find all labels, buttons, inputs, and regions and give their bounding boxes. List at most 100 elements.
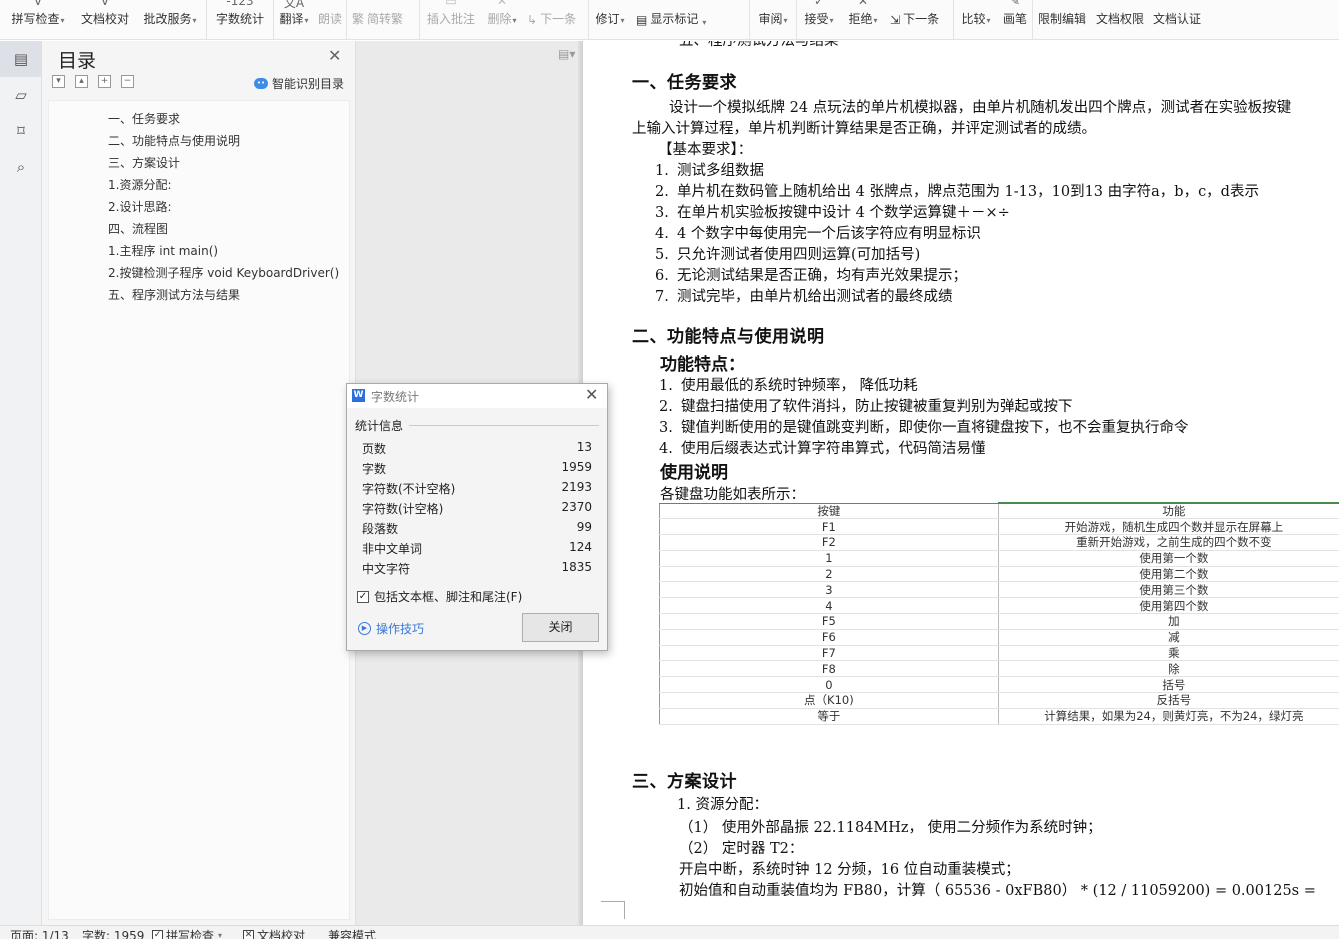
basic-requirements-label: 【基本要求】： — [658, 142, 753, 158]
table-row: F6 减 — [659, 629, 1339, 646]
add-level-icon[interactable]: + — [98, 75, 111, 88]
table-cell: 计算结果，如果为24，则黄灯亮，不为24，绿灯亮 — [998, 708, 1339, 725]
partial-heading: 五、程序测试方法与结果 — [679, 41, 839, 49]
toc-item[interactable]: 2.设计思路: — [49, 196, 345, 218]
delete-comment-icon: ✕ — [496, 0, 508, 8]
ink-button[interactable]: ✎ 画笔 — [998, 0, 1032, 40]
translate-button[interactable]: 文A 翻译▾ — [274, 0, 314, 40]
remove-level-icon[interactable]: − — [121, 75, 134, 88]
stat-row: 段落数 99 — [362, 520, 592, 536]
dialog-titlebar[interactable]: W 字数统计 ✕ — [347, 384, 607, 408]
folder-icon[interactable]: ▱ — [0, 77, 42, 113]
table-cell: 除 — [998, 660, 1339, 678]
table-cell: 加 — [998, 613, 1339, 630]
page-indicator[interactable]: 页面: 1/13 — [10, 927, 69, 939]
table-cell: 3 — [659, 581, 999, 599]
task-paragraph-line1: 设计一个模拟纸牌 24 点玩法的单片机模拟器，由单片机随机发出四个牌点，测试者在… — [669, 100, 1292, 116]
table-row: 3 使用第三个数 — [659, 581, 1339, 599]
close-button[interactable]: 关闭 — [522, 613, 599, 642]
toc-item[interactable]: 2.按键检测子程序 void KeyboardDriver() — [49, 262, 345, 284]
requirement-item: 3. 在单片机实验板按键中设计 4 个数学运算键＋－×÷ — [655, 205, 1010, 221]
doc-rights-button[interactable]: 文档权限 — [1091, 0, 1149, 40]
requirement-item: 5. 只允许测试者使用四则运算(可加括号) — [655, 247, 921, 263]
table-cell: 1 — [659, 550, 999, 567]
stat-row: 字数 1959 — [362, 460, 592, 476]
smart-toc-button[interactable]: •• 智能识别目录 — [254, 75, 344, 92]
proofread-icon: ✕ — [243, 930, 254, 939]
table-cell: 开始游戏，随机生成四个数并显示在屏幕上 — [998, 518, 1339, 536]
bookmark-icon[interactable]: ⌑ — [0, 113, 42, 149]
toc-item[interactable]: 五、程序测试方法与结果 — [49, 284, 345, 306]
page-view-icon[interactable]: ▤▾ — [558, 47, 575, 61]
spell-check-button[interactable]: ᐯ 拼写检查▾ — [0, 0, 76, 40]
expand-all-icon[interactable]: ▾ — [52, 75, 65, 88]
read-aloud-button[interactable]: 朗读 — [314, 0, 346, 40]
review-pane-button[interactable]: 审阅▾ — [750, 0, 796, 40]
requirement-item: 7. 测试完毕，由单片机给出测试者的最终成绩 — [655, 289, 953, 305]
delete-comment-button[interactable]: ✕ 删除▾ — [482, 0, 522, 40]
checkbox-checked-icon[interactable]: ✓ — [357, 590, 369, 603]
accept-button[interactable]: ✓ 接受▾ — [797, 0, 841, 40]
toc-list: 一、任务要求 二、功能特点与使用说明 三、方案设计 1.资源分配: 2.设计思路… — [48, 100, 350, 920]
table-cell: 重新开始游戏，之前生成的四个数不变 — [998, 534, 1339, 551]
next-change-button[interactable]: ⇲ 下一条 — [885, 0, 953, 40]
smart-toc-icon: •• — [254, 78, 268, 89]
doc-proofread-button[interactable]: ᐯ 文档校对 — [76, 0, 134, 40]
restrict-edit-button[interactable]: 限制编辑 — [1033, 0, 1091, 40]
toc-item[interactable]: 四、流程图 — [49, 218, 345, 240]
simp-trad-button[interactable]: 繁简转繁 — [347, 0, 419, 40]
tips-link[interactable]: ▶ 操作技巧 — [358, 620, 424, 637]
requirement-item: 1. 测试多组数据 — [655, 163, 764, 179]
heading-task: 一、任务要求 — [632, 73, 737, 93]
search-icon[interactable]: ⌕ — [0, 149, 42, 185]
side-icon-rail: ▤ ▱ ⌑ ⌕ — [0, 41, 42, 925]
stat-row: 页数 13 — [362, 440, 592, 456]
status-spell-check[interactable]: ✓ 拼写检查 ▾ — [152, 927, 222, 939]
status-bar: 页面: 1/13 字数: 1959 ✓ 拼写检查 ▾ ✕ 文档校对 兼容模式 — [0, 925, 1339, 939]
feature-item: 2. 键盘扫描使用了软件消抖，防止按键被重复判别为弹起或按下 — [659, 399, 1073, 415]
table-cell: F5 — [659, 613, 999, 630]
reject-button[interactable]: ✕ 拒绝▾ — [841, 0, 885, 40]
stat-row: 字符数(计空格) 2370 — [362, 500, 592, 516]
close-icon[interactable]: ✕ — [585, 385, 598, 404]
wps-writer-window: ᐯ 拼写检查▾ ᐯ 文档校对 批改服务▾ -123 字数统计 文A 翻译▾ 朗读 繁简转… — [0, 0, 1339, 939]
table-cell: F1 — [659, 518, 999, 536]
compare-button[interactable]: 比较▾ — [954, 0, 998, 40]
annotate-service-button[interactable]: 批改服务▾ — [134, 0, 206, 40]
reject-icon: ✕ — [857, 0, 869, 8]
key-function-table: 按键 功能 F1 开始游戏，随机生成四个数并显示在屏幕上 F2 重新开始游戏，之前生… — [659, 502, 1339, 725]
toc-item[interactable]: 三、方案设计 — [49, 152, 345, 174]
table-cell: F2 — [659, 534, 999, 551]
table-cell: 2 — [659, 566, 999, 583]
toc-item[interactable]: 一、任务要求 — [49, 108, 345, 130]
toc-pane: 目录 ✕ ▾ ▴ + − •• 智能识别目录 一、任务要求 二、功能特点与使用说… — [42, 41, 356, 925]
include-textbox-checkbox[interactable]: ✓ 包括文本框、脚注和尾注(F) — [357, 588, 522, 605]
checkbox-checked-icon: ✓ — [152, 930, 163, 939]
toc-item[interactable]: 二、功能特点与使用说明 — [49, 130, 345, 152]
toc-title: 目录 — [58, 50, 97, 72]
feature-item: 1. 使用最低的系统时钟频率， 降低功耗 — [659, 378, 918, 394]
requirement-item: 4. 4 个数字中每使用完一个后该字符应有明显标识 — [655, 226, 981, 242]
close-icon[interactable]: ✕ — [328, 46, 341, 65]
status-proofread[interactable]: ✕ 文档校对 — [243, 927, 305, 939]
table-row: 等于 计算结果，如果为24，则黄灯亮，不为24，绿灯亮 — [659, 708, 1339, 725]
doc-auth-button[interactable]: 文档认证 — [1149, 0, 1205, 40]
revise-button[interactable]: 修订▾ — [589, 0, 631, 40]
show-marks-button[interactable]: ▤ 显示标记 ▾ — [631, 0, 749, 40]
word-count-indicator[interactable]: 字数: 1959 — [82, 927, 144, 939]
stat-row: 字符数(不计空格) 2193 — [362, 480, 592, 496]
task-paragraph-line2: 上输入计算过程，单片机判断计算结果是否正确，并评定测试者的成绩。 — [632, 121, 1096, 137]
table-cell: 括号 — [998, 676, 1339, 694]
word-count-button[interactable]: -123 字数统计 — [207, 0, 273, 40]
insert-comment-button[interactable]: ▭ 插入批注 — [420, 0, 482, 40]
next-comment-button[interactable]: ↳ 下一条 — [522, 0, 588, 40]
toc-item[interactable]: 1.主程序 int main() — [49, 240, 345, 262]
resource-line: 初始值和自动重装值均为 FB80，计算（ 65536 - 0xFB80） * (… — [679, 883, 1316, 899]
table-cell: F8 — [659, 660, 999, 678]
document-page[interactable]: 五、程序测试方法与结果 一、任务要求 设计一个模拟纸牌 24 点玩法的单片机模拟… — [583, 41, 1339, 925]
dialog-title: 字数统计 — [371, 390, 420, 404]
play-icon: ▶ — [358, 622, 371, 635]
collapse-all-icon[interactable]: ▴ — [75, 75, 88, 88]
toc-item[interactable]: 1.资源分配: — [49, 174, 345, 196]
outline-icon[interactable]: ▤ — [0, 41, 42, 77]
